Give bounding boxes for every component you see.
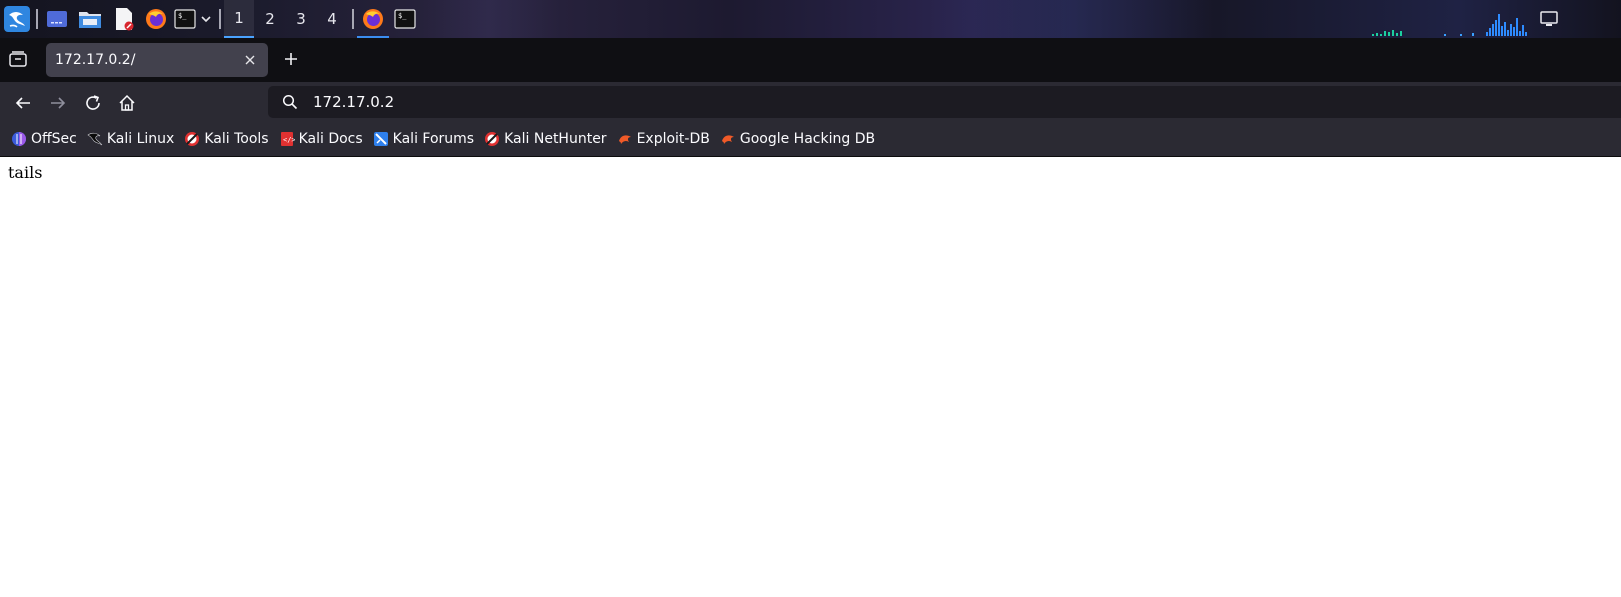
bookmark-label: Google Hacking DB: [739, 131, 876, 147]
navigation-toolbar: 172.17.0.2: [0, 82, 1621, 122]
tab-active[interactable]: 172.17.0.2/: [46, 43, 268, 77]
firefox-launcher[interactable]: [143, 0, 169, 38]
bookmark-label: OffSec: [31, 131, 77, 147]
network-graph: [1485, 0, 1535, 38]
exploit-db-icon: [618, 135, 631, 144]
kali-docs-icon: </>: [280, 132, 295, 146]
tab-list-icon: [9, 51, 27, 67]
svg-text:</>: </>: [283, 136, 295, 144]
bookmark-label: Kali Docs: [298, 131, 363, 147]
terminal-launcher[interactable]: $_: [173, 0, 197, 38]
show-desktop-button[interactable]: [45, 0, 69, 38]
arrow-right-icon: [51, 97, 66, 109]
reload-icon: [86, 95, 100, 110]
running-terminal[interactable]: $_: [392, 0, 418, 38]
terminal-icon: $_: [394, 9, 416, 29]
offsec-icon: [12, 132, 26, 146]
display-button[interactable]: [1538, 0, 1560, 38]
bookmark-google-hacking-db[interactable]: Google Hacking DB: [720, 126, 875, 152]
separator: [36, 9, 38, 29]
kali-tools-icon: [185, 132, 200, 146]
terminal-icon: $_: [174, 9, 196, 29]
tab-title: 172.17.0.2/: [55, 52, 136, 68]
text-editor-icon: [116, 8, 134, 31]
search-icon: [282, 94, 298, 110]
bookmark-kali-nethunter[interactable]: Kali NetHunter: [484, 126, 607, 152]
tab-list-button[interactable]: [8, 50, 30, 70]
wallpaper-decoration: [420, 0, 560, 38]
home-icon: [119, 94, 135, 111]
close-tab-button[interactable]: [241, 51, 259, 69]
tab-strip: 172.17.0.2/: [0, 38, 1621, 82]
workspace-2[interactable]: 2: [255, 0, 285, 38]
bookmark-kali-forums[interactable]: Kali Forums: [373, 126, 474, 152]
kali-menu-icon: [3, 6, 30, 32]
separator: [219, 9, 221, 29]
bookmark-label: Exploit-DB: [636, 131, 710, 147]
page-content: tails: [0, 157, 1621, 597]
bookmark-label: Kali NetHunter: [504, 131, 607, 147]
desktop-icon: [47, 11, 67, 27]
bookmarks-toolbar: OffSec Kali Linux Kali Tools </> Kali Do…: [0, 122, 1621, 157]
page-body-text: tails: [8, 163, 43, 182]
file-manager-icon: [79, 12, 101, 28]
cpu-graph: [1370, 0, 1410, 38]
workspace-3[interactable]: 3: [286, 0, 316, 38]
workspace-1[interactable]: 1: [224, 0, 254, 38]
wallpaper-decoration: [930, 0, 1210, 38]
svg-text:$_: $_: [178, 12, 187, 20]
monitor-icon: [1540, 11, 1558, 26]
memory-graph: [1440, 0, 1480, 38]
running-firefox[interactable]: [357, 0, 389, 38]
close-icon: [245, 55, 255, 65]
bookmark-label: Kali Forums: [392, 131, 475, 147]
back-button[interactable]: [10, 90, 36, 116]
reload-button[interactable]: [80, 90, 106, 116]
address-bar[interactable]: 172.17.0.2: [268, 86, 1621, 118]
kali-dragon-icon: [87, 132, 103, 146]
taskbar: $_ 1 2 3 4 $_: [0, 0, 1621, 38]
firefox-icon: [363, 9, 383, 29]
ghdb-icon: [721, 135, 734, 144]
bookmark-offsec[interactable]: OffSec: [11, 126, 77, 152]
kali-menu-button[interactable]: [3, 0, 30, 38]
bookmark-kali-tools[interactable]: Kali Tools: [184, 126, 269, 152]
svg-text:$_: $_: [398, 12, 407, 20]
plus-icon: [285, 53, 297, 65]
home-button[interactable]: [114, 90, 140, 116]
new-tab-button[interactable]: [278, 46, 304, 72]
text-editor-button[interactable]: [112, 0, 136, 38]
arrow-left-icon: [15, 97, 30, 109]
bookmark-label: Kali Linux: [106, 131, 175, 147]
file-manager-button[interactable]: [77, 0, 103, 38]
bookmark-kali-docs[interactable]: </> Kali Docs: [279, 126, 363, 152]
firefox-icon: [146, 9, 166, 29]
launcher-dropdown-button[interactable]: [199, 0, 213, 38]
forward-button[interactable]: [45, 90, 71, 116]
separator: [352, 9, 354, 29]
kali-forums-icon: [373, 132, 388, 146]
chevron-down-icon: [201, 16, 211, 23]
bookmark-kali-linux[interactable]: Kali Linux: [87, 126, 174, 152]
bookmark-exploit-db[interactable]: Exploit-DB: [617, 126, 710, 152]
url-text[interactable]: 172.17.0.2: [313, 93, 394, 111]
bookmark-label: Kali Tools: [204, 131, 269, 147]
workspace-4[interactable]: 4: [317, 0, 347, 38]
kali-nethunter-icon: [485, 132, 500, 146]
